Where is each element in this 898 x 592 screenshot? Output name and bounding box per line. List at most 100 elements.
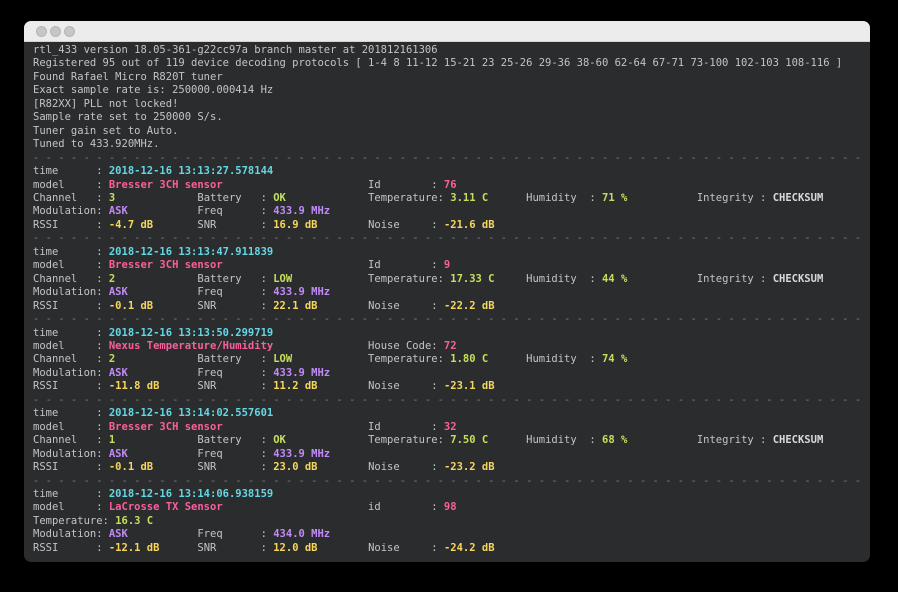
terminal-text: Freq :	[128, 205, 273, 217]
terminal-text: -23.1 dB	[444, 380, 495, 392]
terminal-line: Modulation: ASK Freq : 433.9 MHz	[33, 286, 870, 299]
terminal-text: 71 %	[602, 192, 627, 204]
terminal-text: Sample rate set to 250000 S/s.	[33, 111, 223, 123]
terminal-text: Temperature:	[286, 434, 450, 446]
terminal-line: Modulation: ASK Freq : 433.9 MHz	[33, 205, 870, 218]
terminal-text: -11.8 dB	[109, 380, 160, 392]
terminal-line: - - - - - - - - - - - - - - - - - - - - …	[33, 394, 870, 407]
terminal-text: time :	[33, 407, 109, 419]
terminal-line: RSSI : -12.1 dB SNR : 12.0 dB Noise : -2…	[33, 542, 870, 555]
separator-dashes: - - - - - - - - - - - - - - - - - - - - …	[33, 313, 867, 325]
terminal-line: Registered 95 out of 119 device decoding…	[33, 57, 870, 70]
terminal-text: -0.1 dB	[109, 461, 153, 473]
terminal-text: RSSI :	[33, 300, 109, 312]
terminal-text: House Code:	[273, 340, 444, 352]
terminal-text: OK	[273, 192, 286, 204]
separator-dashes: - - - - - - - - - - - - - - - - - - - - …	[33, 394, 867, 406]
terminal-text: Modulation:	[33, 528, 109, 540]
terminal-text: 3.11 C	[450, 192, 488, 204]
terminal-text: Freq :	[128, 448, 273, 460]
terminal-text: Channel :	[33, 353, 109, 365]
terminal-line: Temperature: 16.3 C	[33, 515, 870, 528]
terminal-text: Battery :	[115, 273, 273, 285]
terminal-text: Found Rafael Micro R820T tuner	[33, 71, 223, 83]
terminal-text: ASK	[109, 528, 128, 540]
terminal-text: Modulation:	[33, 367, 109, 379]
terminal-text: Temperature:	[286, 192, 450, 204]
terminal-text: Noise :	[318, 380, 444, 392]
terminal-body: rtl_433 version 18.05-361-g22cc97a branc…	[24, 42, 870, 561]
zoom-button[interactable]	[64, 26, 75, 37]
terminal-text: SNR :	[153, 461, 273, 473]
terminal-line: model : Bresser 3CH sensor Id : 32	[33, 421, 870, 434]
terminal-text: Bresser 3CH sensor	[109, 179, 223, 191]
terminal-text: ASK	[109, 205, 128, 217]
terminal-text: Battery :	[115, 192, 273, 204]
terminal-text: OK	[273, 434, 286, 446]
terminal-text: Integrity :	[627, 434, 772, 446]
terminal-line: Channel : 3 Battery : OK Temperature: 3.…	[33, 192, 870, 205]
terminal-text: 2018-12-16 13:14:06.938159	[109, 488, 273, 500]
terminal-line: model : Nexus Temperature/Humidity House…	[33, 340, 870, 353]
terminal-text: 44 %	[602, 273, 627, 285]
terminal-text: 12.0 dB	[273, 542, 317, 554]
separator-dashes: - - - - - - - - - - - - - - - - - - - - …	[33, 232, 867, 244]
terminal-text: Bresser 3CH sensor	[109, 421, 223, 433]
terminal-text: model :	[33, 501, 109, 513]
terminal-text: Freq :	[128, 286, 273, 298]
terminal-text: Nexus Temperature/Humidity	[109, 340, 273, 352]
terminal-text: ASK	[109, 367, 128, 379]
minimize-button[interactable]	[50, 26, 61, 37]
terminal-text: ASK	[109, 286, 128, 298]
terminal-text: Humidity :	[488, 353, 602, 365]
terminal-text: time :	[33, 327, 109, 339]
terminal-text: Tuner gain set to Auto.	[33, 125, 178, 137]
terminal-text: Humidity :	[495, 273, 602, 285]
terminal-text: model :	[33, 259, 109, 271]
terminal-text: Noise :	[318, 219, 444, 231]
terminal-text: CHECKSUM	[773, 192, 824, 204]
terminal-text: Freq :	[128, 528, 273, 540]
terminal-text: Bresser 3CH sensor	[109, 259, 223, 271]
terminal-line: Sample rate set to 250000 S/s.	[33, 111, 870, 124]
terminal-text: [R82XX] PLL not locked!	[33, 98, 178, 110]
terminal-line: RSSI : -0.1 dB SNR : 22.1 dB Noise : -22…	[33, 300, 870, 313]
terminal-text: rtl_433 version 18.05-361-g22cc97a branc…	[33, 44, 438, 56]
terminal-line: - - - - - - - - - - - - - - - - - - - - …	[33, 152, 870, 165]
terminal-line: Tuned to 433.920MHz.	[33, 138, 870, 151]
terminal-text: SNR :	[153, 219, 273, 231]
terminal-text: 68 %	[602, 434, 627, 446]
terminal-text: Tuned to 433.920MHz.	[33, 138, 159, 150]
terminal-text: Battery :	[115, 353, 273, 365]
terminal-line: - - - - - - - - - - - - - - - - - - - - …	[33, 232, 870, 245]
terminal-text: time :	[33, 246, 109, 258]
terminal-line: RSSI : -4.7 dB SNR : 16.9 dB Noise : -21…	[33, 219, 870, 232]
terminal-text: CHECKSUM	[773, 434, 824, 446]
terminal-text: Integrity :	[627, 192, 772, 204]
window-titlebar[interactable]	[24, 21, 870, 42]
terminal-text: Channel :	[33, 273, 109, 285]
terminal-text: LOW	[273, 353, 292, 365]
terminal-text: Registered 95 out of 119 device decoding…	[33, 57, 842, 69]
close-button[interactable]	[36, 26, 47, 37]
terminal-text: 434.0 MHz	[273, 528, 330, 540]
terminal-text: model :	[33, 340, 109, 352]
terminal-text: ASK	[109, 448, 128, 460]
terminal-line: Found Rafael Micro R820T tuner	[33, 71, 870, 84]
terminal-text: id :	[223, 501, 444, 513]
terminal-text: Channel :	[33, 434, 109, 446]
terminal-text: -21.6 dB	[444, 219, 495, 231]
terminal-text: 433.9 MHz	[273, 367, 330, 379]
terminal-text: Temperature:	[292, 353, 450, 365]
terminal-line: Channel : 2 Battery : LOW Temperature: 1…	[33, 353, 870, 366]
terminal-text: -0.1 dB	[109, 300, 153, 312]
terminal-line: Channel : 1 Battery : OK Temperature: 7.…	[33, 434, 870, 447]
terminal-text: LOW	[273, 273, 292, 285]
terminal-text: -23.2 dB	[444, 461, 495, 473]
terminal-line: time : 2018-12-16 13:13:50.299719	[33, 327, 870, 340]
terminal-line: model : Bresser 3CH sensor Id : 76	[33, 179, 870, 192]
terminal-text: 1.80 C	[450, 353, 488, 365]
terminal-text: Battery :	[115, 434, 273, 446]
terminal-text: CHECKSUM	[773, 273, 824, 285]
terminal-text: model :	[33, 421, 109, 433]
